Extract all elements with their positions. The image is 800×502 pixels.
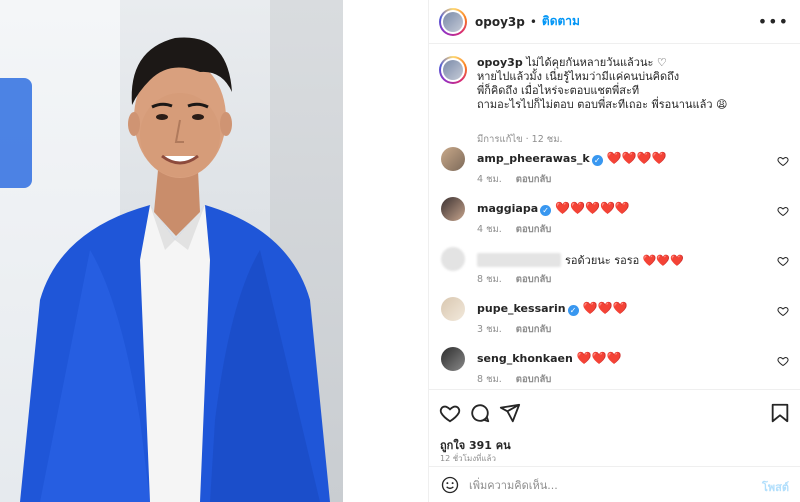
add-comment-input[interactable]	[469, 475, 749, 495]
reply-button[interactable]: ตอบกลับ	[516, 374, 552, 385]
comment-text: ❤️❤️❤️❤️❤️	[555, 201, 630, 215]
comment-time: 8 ชม.	[477, 274, 502, 285]
caption-line-4: ถามอะไรไปก็ไม่ตอบ ตอบพี่สะทีเถอะ พี่รอนา…	[477, 98, 728, 111]
add-comment-bar: โพสต์	[429, 466, 800, 502]
share-send-icon[interactable]	[499, 402, 521, 424]
author-avatar[interactable]	[439, 7, 467, 36]
caption-line-3: พี่ก็คิดถึง เมื่อไหร่จะตอบแชตพี่สะที	[477, 84, 640, 97]
reply-button[interactable]: ตอบกลับ	[516, 324, 552, 335]
comment-item: maggiapa ✓ ❤️❤️❤️❤️❤️ 4 ชม. ตอบกลับ	[439, 197, 789, 243]
comment-avatar[interactable]	[441, 297, 465, 321]
like-heart-icon[interactable]	[439, 402, 461, 424]
comment-item: seng_khonkaen ❤️❤️❤️ 8 ชม. ตอบกลับ	[439, 347, 789, 389]
comment-username[interactable]: seng_khonkaen	[477, 352, 573, 365]
verified-badge-icon: ✓	[591, 155, 603, 166]
comment-time: 8 ชม.	[477, 374, 502, 385]
post-photo[interactable]	[0, 0, 343, 502]
verified-badge-icon: ✓	[567, 305, 579, 316]
comment-avatar[interactable]	[441, 147, 465, 171]
comment-text: ❤️❤️❤️	[582, 301, 628, 315]
comment-avatar-blurred[interactable]	[441, 247, 465, 271]
comment-time: 4 ชม.	[477, 224, 502, 235]
comment-text: ❤️❤️❤️	[576, 351, 622, 365]
emoji-smiley-icon[interactable]	[441, 476, 459, 494]
comment-username[interactable]: pupe_kessarin	[477, 302, 566, 315]
header-separator: •	[529, 14, 537, 29]
post-header: opoy3p • ติดตาม •••	[429, 0, 800, 44]
post-comment-button[interactable]: โพสต์	[762, 478, 789, 496]
comment-username-blurred	[477, 253, 561, 267]
comment-time: 4 ชม.	[477, 174, 502, 185]
instagram-post-window: opoy3p • ติดตาม ••• opoy3p ไม่ได้คุยกันห…	[0, 0, 800, 502]
caption-line-1: ไม่ได้คุยกันหลายวันแล้วนะ ♡	[526, 56, 667, 69]
comment-username[interactable]: amp_pheerawas_k	[477, 152, 590, 165]
caption-meta: มีการแก้ไข · 12 ชม.	[477, 134, 563, 145]
reply-button[interactable]: ตอบกลับ	[516, 274, 552, 285]
comment-like-heart-icon[interactable]	[777, 205, 789, 217]
caption-avatar[interactable]	[439, 56, 467, 84]
reply-button[interactable]: ตอบกลับ	[516, 224, 552, 235]
comment-avatar[interactable]	[441, 197, 465, 221]
person-illustration	[20, 37, 330, 502]
comment-like-heart-icon[interactable]	[777, 355, 789, 367]
comment-bubble-icon[interactable]	[469, 402, 491, 424]
comment-like-heart-icon[interactable]	[777, 305, 789, 317]
comment-like-heart-icon[interactable]	[777, 155, 789, 167]
more-options-icon[interactable]: •••	[758, 12, 789, 31]
comment-item: pupe_kessarin ✓ ❤️❤️❤️ 3 ชม. ตอบกลับ	[439, 297, 789, 343]
save-bookmark-icon[interactable]	[769, 402, 791, 424]
post-actions: ถูกใจ 391 คน 12 ชั่วโมงที่แล้ว โพสต์	[429, 389, 800, 502]
comment-text: ❤️❤️❤️❤️	[606, 151, 667, 165]
follow-button[interactable]: ติดตาม	[542, 12, 580, 31]
comment-text: รอด้วยนะ รอรอ ❤️❤️❤️	[565, 254, 684, 267]
comment-avatar[interactable]	[441, 347, 465, 371]
caption-text: opoy3p ไม่ได้คุยกันหลายวันแล้วนะ ♡ หายไป…	[477, 56, 787, 112]
caption-line-2: หายไปแล้วมั้ง เนี่ยรู้ไหมว่ามีแค่คนบ่นคิ…	[477, 70, 680, 83]
comment-item: รอด้วยนะ รอรอ ❤️❤️❤️ 8 ชม. ตอบกลับ	[439, 247, 789, 293]
comment-time: 3 ชม.	[477, 324, 502, 335]
comments-list[interactable]: opoy3p ไม่ได้คุยกันหลายวันแล้วนะ ♡ หายไป…	[429, 44, 800, 389]
verified-badge-icon: ✓	[540, 205, 552, 216]
comment-item: amp_pheerawas_k ✓ ❤️❤️❤️❤️ 4 ชม. ตอบกลับ	[439, 147, 789, 193]
author-username[interactable]: opoy3p	[475, 15, 525, 29]
comment-username[interactable]: maggiapa	[477, 202, 538, 215]
post-side-panel: opoy3p • ติดตาม ••• opoy3p ไม่ได้คุยกันห…	[428, 0, 800, 502]
comment-like-heart-icon[interactable]	[777, 255, 789, 267]
caption-username[interactable]: opoy3p	[477, 56, 523, 69]
reply-button[interactable]: ตอบกลับ	[516, 174, 552, 185]
post-timestamp: 12 ชั่วโมงที่แล้ว	[440, 454, 496, 463]
